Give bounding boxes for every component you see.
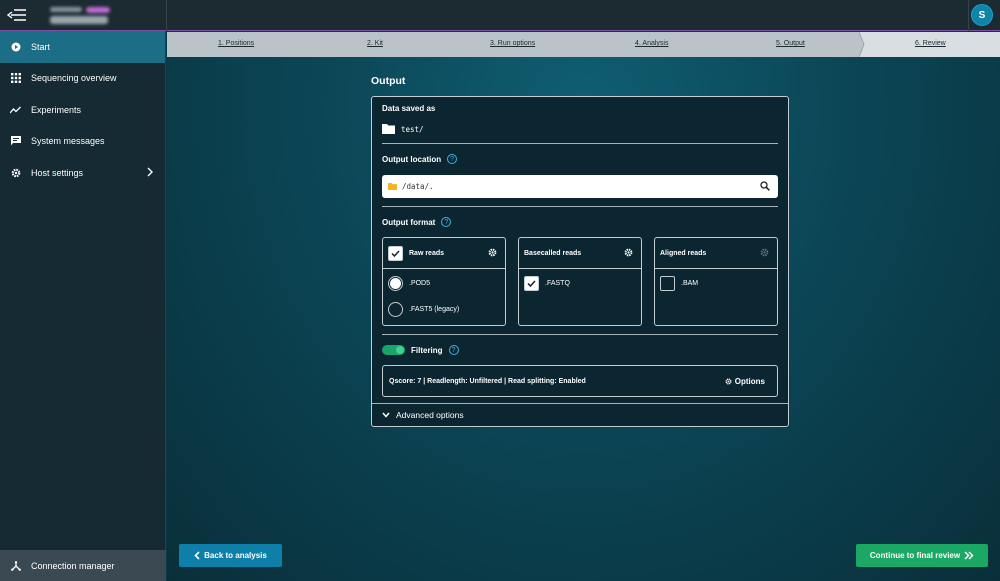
double-chevron-right-icon (964, 551, 974, 560)
raw-reads-checkbox[interactable] (388, 245, 403, 261)
network-icon (10, 560, 21, 571)
fastq-label: .FASTQ (545, 280, 570, 287)
step-run-options[interactable]: 3. Run options (490, 40, 535, 47)
chevron-left-icon (194, 551, 200, 560)
output-card: Data saved as test/ Output location ? /d… (371, 96, 789, 427)
fast5-radio[interactable] (388, 302, 403, 317)
basecalled-reads-header: Basecalled reads (519, 238, 641, 269)
avatar[interactable]: S (971, 4, 993, 26)
trend-icon (10, 104, 21, 115)
filtering-toggle[interactable] (382, 345, 405, 355)
filtering-row: Filtering ? (382, 345, 459, 355)
advanced-options-label: Advanced options (396, 410, 464, 420)
sidebar-item-sequencing-overview[interactable]: Sequencing overview (0, 63, 165, 95)
filtering-summary-box: Qscore: 7 | Readlength: Unfiltered | Rea… (382, 365, 778, 397)
folder-icon (388, 183, 397, 190)
aligned-reads-label: Aligned reads (660, 249, 707, 257)
grid-icon (10, 73, 21, 84)
data-saved-label: Data saved as (382, 104, 436, 113)
filtering-options-label: Options (734, 377, 765, 386)
output-location-value: /data/. (402, 182, 434, 191)
raw-reads-box: Raw reads .POD5 .FAST5 (legacy) (382, 237, 506, 326)
gear-icon[interactable] (624, 248, 633, 257)
pod5-radio[interactable] (388, 276, 403, 291)
aligned-reads-box: Aligned reads .BAM (654, 237, 778, 326)
menu-toggle-button[interactable] (0, 0, 34, 31)
sidebar: Start Sequencing overview Experiments Sy… (0, 31, 166, 581)
bam-label: .BAM (681, 280, 699, 287)
filtering-summary: Qscore: 7 | Readlength: Unfiltered | Rea… (389, 377, 586, 385)
output-format-text: Output format (382, 217, 436, 227)
connection-manager-label: Connection manager (31, 560, 115, 571)
check-icon (527, 280, 536, 287)
sidebar-item-label: Start (31, 41, 51, 52)
step-kit[interactable]: 2. Kit (367, 40, 383, 47)
step-output[interactable]: 5. Output (776, 40, 805, 47)
sidebar-item-host-settings[interactable]: Host settings (0, 157, 165, 189)
help-icon[interactable]: ? (448, 345, 459, 355)
step-analysis[interactable]: 4. Analysis (635, 40, 668, 47)
continue-button[interactable]: Continue to final review (856, 544, 988, 567)
output-location-input[interactable]: /data/. (382, 175, 778, 198)
sidebar-item-label: System messages (31, 136, 105, 147)
help-icon[interactable]: ? (447, 154, 458, 164)
gear-icon (760, 248, 769, 257)
basecalled-reads-box: Basecalled reads .FASTQ (518, 237, 642, 326)
output-location-label: Output location ? (382, 154, 458, 164)
output-location-text: Output location (382, 154, 442, 164)
sidebar-item-label: Sequencing overview (31, 73, 117, 84)
back-button[interactable]: Back to analysis (179, 544, 282, 567)
chevron-right-icon (147, 167, 153, 177)
fast5-label: .FAST5 (legacy) (409, 306, 460, 313)
sidebar-item-label: Experiments (31, 104, 82, 115)
sidebar-item-system-messages[interactable]: System messages (0, 126, 165, 158)
bam-checkbox[interactable] (660, 276, 675, 291)
data-saved-value: test/ (382, 124, 424, 134)
fastq-option[interactable]: .FASTQ (524, 276, 570, 291)
sidebar-item-label: Host settings (31, 167, 84, 178)
search-icon[interactable] (760, 181, 770, 191)
folder-icon (382, 124, 395, 134)
gear-icon (725, 378, 732, 385)
sidebar-item-experiments[interactable]: Experiments (0, 94, 165, 126)
wizard-stepper: 1. Positions 2. Kit 3. Run options 4. An… (167, 32, 1000, 57)
data-saved-path: test/ (401, 124, 424, 134)
device-name (50, 6, 110, 24)
back-button-label: Back to analysis (204, 551, 267, 560)
advanced-options-toggle[interactable]: Advanced options (382, 410, 464, 420)
aligned-reads-header: Aligned reads (655, 238, 777, 269)
gear-icon (10, 167, 21, 178)
raw-reads-label: Raw reads (409, 249, 445, 257)
message-icon (10, 136, 21, 147)
pod5-label: .POD5 (409, 280, 431, 287)
output-format-label: Output format ? (382, 217, 452, 227)
help-icon[interactable]: ? (441, 217, 452, 227)
bam-option[interactable]: .BAM (660, 276, 698, 291)
pod5-option[interactable]: .POD5 (388, 276, 430, 291)
sidebar-item-start[interactable]: Start (0, 31, 165, 63)
chevron-down-icon (382, 412, 390, 418)
connection-manager-button[interactable]: Connection manager (0, 550, 166, 581)
filtering-options-button[interactable]: Options (725, 377, 765, 386)
fastq-checkbox[interactable] (524, 276, 539, 291)
raw-reads-header: Raw reads (383, 238, 505, 269)
collapse-menu-icon (7, 9, 26, 21)
basecalled-reads-label: Basecalled reads (524, 249, 582, 257)
page-title: Output (371, 75, 406, 87)
step-review[interactable]: 6. Review (915, 40, 946, 47)
filtering-label: Filtering (411, 345, 443, 355)
fast5-option[interactable]: .FAST5 (legacy) (388, 302, 459, 317)
continue-button-label: Continue to final review (869, 551, 961, 560)
step-positions[interactable]: 1. Positions (218, 40, 254, 47)
top-bar: S (0, 0, 1000, 31)
check-icon (391, 249, 400, 257)
gear-icon[interactable] (488, 248, 497, 257)
play-circle-icon (10, 41, 21, 52)
